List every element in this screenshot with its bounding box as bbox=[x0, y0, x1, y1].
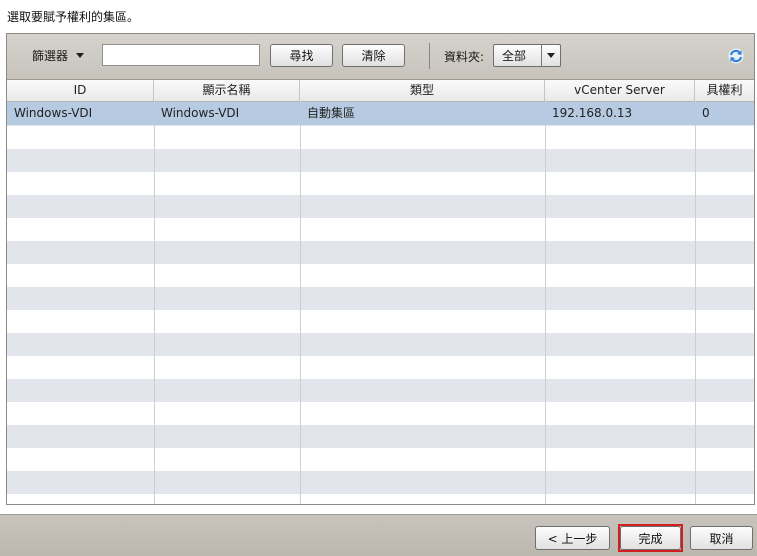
toolbar: 篩選器 尋找 清除 資料夾: 全部 bbox=[7, 34, 754, 80]
back-button[interactable]: < 上一步 bbox=[535, 526, 610, 550]
filter-menu[interactable]: 篩選器 bbox=[32, 47, 85, 64]
cell-id: Windows-VDI bbox=[14, 106, 93, 120]
toolbar-divider bbox=[429, 43, 430, 69]
column-divider bbox=[695, 101, 696, 504]
pool-selection-panel: 篩選器 尋找 清除 資料夾: 全部 ID 顯示名稱 類型 vCenter Ser… bbox=[6, 33, 755, 505]
find-button[interactable]: 尋找 bbox=[270, 44, 333, 67]
folder-label: 資料夾: bbox=[444, 50, 485, 64]
folder-select[interactable]: 全部 bbox=[493, 44, 561, 67]
folder-dropdown-arrow[interactable] bbox=[541, 45, 560, 66]
column-header-type[interactable]: 類型 bbox=[300, 80, 545, 101]
column-header-id[interactable]: ID bbox=[7, 80, 154, 101]
column-header-display-name[interactable]: 顯示名稱 bbox=[154, 80, 300, 101]
table-row[interactable]: Windows-VDI Windows-VDI 自動集區 192.168.0.1… bbox=[7, 102, 754, 125]
instruction-text: 選取要賦予權利的集區。 bbox=[7, 10, 140, 24]
folder-select-value: 全部 bbox=[502, 49, 527, 63]
pool-table: ID 顯示名稱 類型 vCenter Server 具權利 Windows-VD… bbox=[7, 80, 754, 504]
finish-button[interactable]: 完成 bbox=[620, 526, 681, 550]
clear-button[interactable]: 清除 bbox=[342, 44, 405, 67]
cell-display-name: Windows-VDI bbox=[161, 106, 240, 120]
filter-label: 篩選器 bbox=[32, 49, 69, 63]
search-input[interactable] bbox=[102, 44, 260, 66]
cell-type: 自動集區 bbox=[307, 106, 356, 120]
cell-vcenter: 192.168.0.13 bbox=[552, 106, 633, 120]
chevron-down-icon bbox=[76, 53, 85, 58]
refresh-icon[interactable] bbox=[728, 48, 744, 64]
column-divider bbox=[300, 101, 301, 504]
cell-entitled: 0 bbox=[702, 106, 710, 120]
column-header-entitled[interactable]: 具權利 bbox=[695, 80, 754, 101]
column-divider bbox=[545, 101, 546, 504]
cancel-button[interactable]: 取消 bbox=[690, 526, 753, 550]
column-header-vcenter[interactable]: vCenter Server bbox=[545, 80, 695, 101]
chevron-down-icon bbox=[547, 53, 555, 58]
column-divider bbox=[154, 101, 155, 504]
table-header: ID 顯示名稱 類型 vCenter Server 具權利 bbox=[7, 80, 754, 102]
dialog-footer: < 上一步 完成 取消 bbox=[0, 514, 757, 556]
